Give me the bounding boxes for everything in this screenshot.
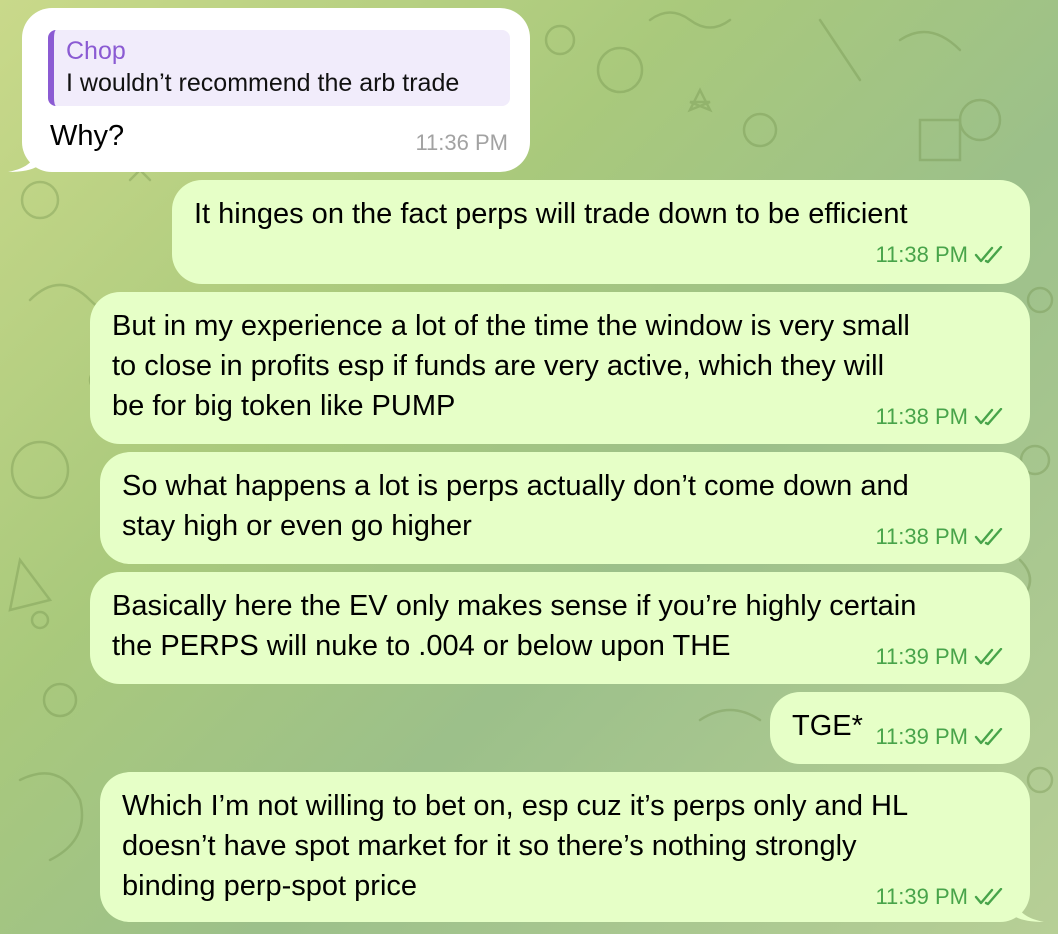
outgoing-message[interactable]: So what happens a lot is perps actually … bbox=[100, 452, 1030, 564]
double-check-icon bbox=[974, 408, 1003, 426]
message-text: So what happens a lot is perps actually … bbox=[122, 470, 909, 542]
message-time: 11:39 PM bbox=[875, 644, 968, 669]
double-check-icon bbox=[974, 648, 1003, 666]
message-meta: 11:39 PM bbox=[875, 886, 1004, 908]
message-time: 11:39 PM bbox=[875, 724, 968, 749]
outgoing-message[interactable]: Basically here the EV only makes sense i… bbox=[90, 572, 1030, 684]
bubble-tail bbox=[8, 146, 38, 172]
message-text: Which I’m not willing to bet on, esp cuz… bbox=[122, 790, 909, 902]
message-time: 11:39 PM bbox=[875, 884, 968, 909]
incoming-message[interactable]: Chop I wouldn’t recommend the arb trade … bbox=[8, 8, 530, 172]
message-meta: 11:36 PM bbox=[415, 132, 508, 154]
bubble-tail bbox=[1014, 896, 1044, 922]
double-check-icon bbox=[974, 528, 1003, 546]
message-text: TGE* bbox=[792, 710, 863, 742]
message-meta: 11:38 PM bbox=[875, 244, 1004, 266]
double-check-icon bbox=[974, 888, 1003, 906]
message-meta: 11:38 PM bbox=[875, 406, 1004, 428]
outgoing-message[interactable]: TGE* 11:39 PM bbox=[770, 692, 1030, 764]
double-check-icon bbox=[974, 246, 1003, 264]
chat-messages: Chop I wouldn’t recommend the arb trade … bbox=[0, 0, 1058, 934]
message-text: Basically here the EV only makes sense i… bbox=[112, 590, 917, 662]
outgoing-message[interactable]: It hinges on the fact perps will trade d… bbox=[172, 180, 1030, 284]
reply-author: Chop bbox=[66, 37, 126, 65]
message-time: 11:38 PM bbox=[875, 242, 968, 267]
double-check-icon bbox=[974, 728, 1003, 746]
message-meta: 11:39 PM bbox=[875, 726, 1004, 748]
outgoing-message[interactable]: But in my experience a lot of the time t… bbox=[90, 292, 1030, 444]
message-text: It hinges on the fact perps will trade d… bbox=[194, 198, 908, 230]
message-time: 11:36 PM bbox=[415, 130, 508, 155]
outgoing-message[interactable]: Which I’m not willing to bet on, esp cuz… bbox=[100, 772, 1044, 922]
message-meta: 11:39 PM bbox=[875, 646, 1004, 668]
message-meta: 11:38 PM bbox=[875, 526, 1004, 548]
message-text: But in my experience a lot of the time t… bbox=[112, 310, 910, 422]
message-time: 11:38 PM bbox=[875, 524, 968, 549]
message-text: Why? bbox=[50, 120, 125, 152]
reply-text: I wouldn’t recommend the arb trade bbox=[66, 69, 460, 97]
message-time: 11:38 PM bbox=[875, 404, 968, 429]
reply-quote[interactable]: Chop I wouldn’t recommend the arb trade bbox=[48, 30, 510, 106]
